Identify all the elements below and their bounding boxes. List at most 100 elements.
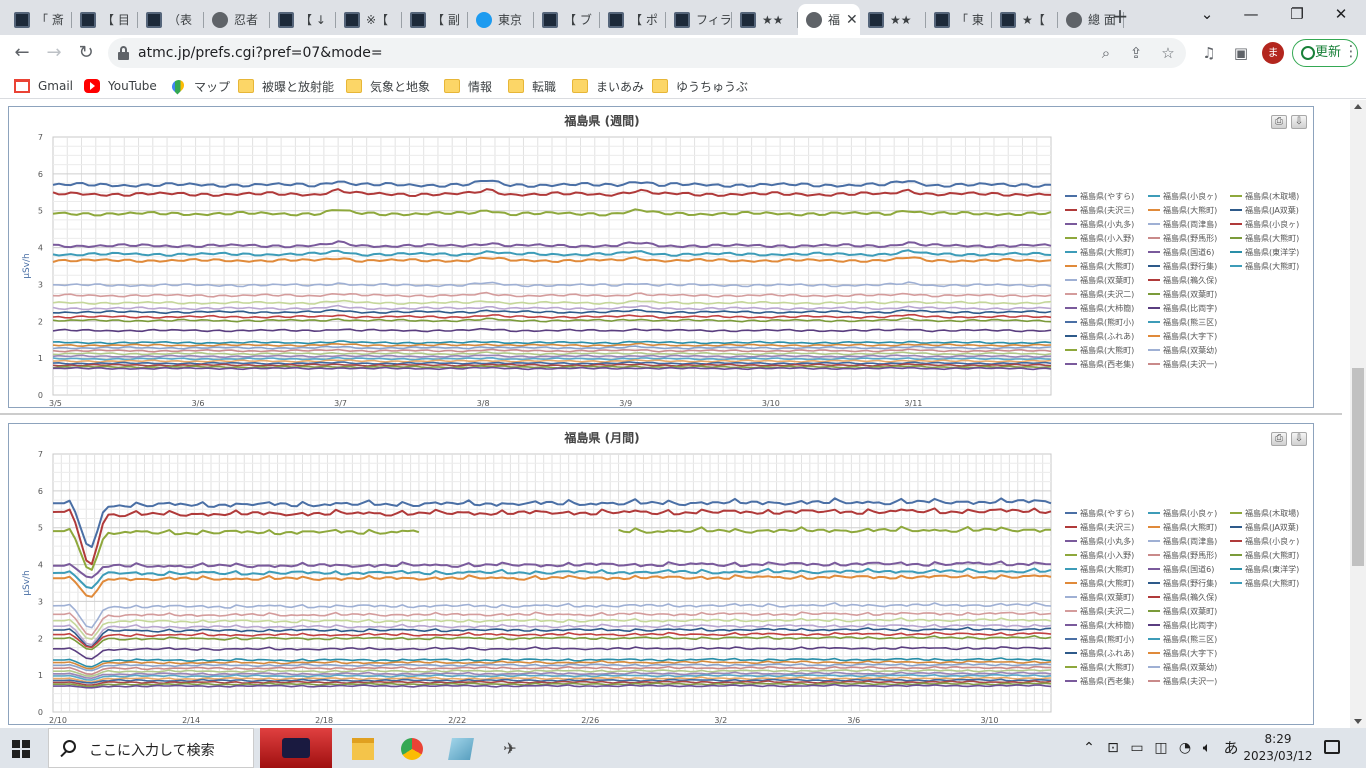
browser-tab[interactable]: ※【 — [336, 4, 402, 35]
battery-icon[interactable]: ▭ — [1128, 739, 1146, 757]
close-tab-icon[interactable]: ✕ — [846, 12, 858, 28]
browser-tab[interactable]: 「 東 — [926, 4, 992, 35]
legend-item: 福島県(夫沢二) — [1080, 606, 1134, 616]
bookmark-item[interactable]: 気象と地象 — [346, 77, 430, 95]
browser-tab[interactable]: 【 ブ — [534, 4, 600, 35]
y-tick-label: 7 — [38, 133, 43, 142]
notification-icon[interactable] — [1324, 740, 1340, 754]
download-icon[interactable]: ⇩ — [1291, 432, 1307, 446]
legend-item: 福島県(大熊町) — [1080, 578, 1134, 588]
share-icon[interactable]: ⇪ — [1126, 44, 1146, 64]
profile-avatar[interactable]: ま — [1262, 42, 1284, 64]
clock-date[interactable]: 2023/03/12 — [1238, 749, 1318, 763]
new-tab-button[interactable]: + — [1108, 5, 1132, 29]
search-placeholder[interactable]: ここに入力して検索 — [89, 740, 215, 760]
notes-app[interactable] — [443, 734, 477, 764]
dark-site-icon — [1000, 11, 1016, 28]
x-tick-label: 3/5 — [49, 399, 62, 408]
bookmark-item[interactable]: 被曝と放射能 — [238, 77, 334, 95]
browser-tab[interactable]: フィラ — [666, 4, 732, 35]
page-scrollbar[interactable] — [1350, 100, 1366, 728]
browser-tab[interactable]: 【 ポ — [600, 4, 666, 35]
airplane-app[interactable]: ✈ — [492, 734, 526, 764]
back-button[interactable]: ← — [8, 39, 36, 67]
dark-site-icon — [608, 11, 624, 28]
tab-label: 東京 — [498, 13, 523, 27]
restore-button[interactable]: ❐ — [1282, 4, 1312, 26]
file-explorer-app[interactable] — [345, 734, 379, 764]
browser-tab[interactable]: ★★ — [860, 4, 926, 35]
windows-start-icon[interactable] — [12, 740, 30, 758]
print-icon[interactable]: ⎙ — [1271, 115, 1287, 129]
y-tick-label: 7 — [38, 450, 43, 459]
lock-icon[interactable] — [118, 46, 129, 60]
browser-tab[interactable]: 東京 — [468, 4, 534, 35]
tray-chevron-up-icon[interactable]: ⌃ — [1080, 739, 1098, 757]
browser-tab[interactable]: 忍者 — [204, 4, 270, 35]
dark-site-icon — [674, 11, 690, 28]
browser-tab[interactable]: 「 斎 — [6, 4, 72, 35]
print-icon[interactable]: ⎙ — [1271, 432, 1287, 446]
x-tick-label: 3/2 — [714, 716, 727, 725]
menu-kebab-icon[interactable]: ⋮ — [1340, 41, 1362, 63]
scroll-down-icon[interactable] — [1354, 719, 1362, 724]
url-text[interactable]: atmc.jp/prefs.cgi?pref=07&mode= — [138, 45, 383, 61]
legend-item: 福島県(大字下) — [1163, 331, 1217, 341]
y-tick-label: 5 — [38, 524, 43, 533]
chrome-app[interactable] — [394, 734, 428, 764]
address-bar[interactable]: atmc.jp/prefs.cgi?pref=07&mode= ⌕ ⇪ ☆ — [108, 38, 1186, 68]
browser-tab[interactable]: ★【 — [992, 4, 1058, 35]
browser-tab[interactable]: 福 ✕ — [798, 4, 860, 35]
x-tick-label: 3/11 — [904, 399, 922, 408]
wifi-icon[interactable]: ◔ — [1176, 739, 1194, 757]
network-icon[interactable]: ◫ — [1152, 739, 1170, 757]
bookmark-item[interactable]: 転職 — [508, 77, 556, 95]
side-panel-icon[interactable]: ▣ — [1230, 43, 1252, 65]
chrome-icon — [401, 738, 423, 760]
tab-label: 【 目 — [102, 13, 130, 27]
forward-button[interactable]: → — [40, 39, 68, 67]
scroll-up-icon[interactable] — [1354, 104, 1362, 109]
bookmark-item[interactable]: YouTube — [84, 77, 157, 95]
legend-item: 福島県(熊町小) — [1080, 317, 1134, 327]
volume-icon[interactable]: 🔈︎ — [1198, 739, 1216, 757]
browser-tab[interactable]: （表 — [138, 4, 204, 35]
clock-time[interactable]: 8:29 — [1238, 732, 1318, 746]
close-window-button[interactable]: ✕ — [1326, 4, 1356, 26]
tab-label: 【 ↓ — [300, 13, 326, 27]
browser-tab[interactable]: 【 副 — [402, 4, 468, 35]
media-control-icon[interactable]: ♫ — [1198, 43, 1220, 65]
update-icon — [1301, 46, 1315, 60]
scroll-thumb[interactable] — [1352, 368, 1364, 566]
legend-item: 福島県(ふれあ) — [1080, 648, 1134, 658]
folder-icon — [238, 79, 254, 93]
browser-tab[interactable]: ★★ — [732, 4, 798, 35]
download-icon[interactable]: ⇩ — [1291, 115, 1307, 129]
piano-icon — [282, 738, 310, 758]
bookmark-item[interactable]: マップ — [169, 77, 230, 95]
tab-search-chevron-icon[interactable]: ⌄ — [1192, 4, 1222, 26]
legend-item: 福島県(比両字) — [1163, 620, 1217, 630]
legend-item: 福島県(小良ヶ) — [1163, 508, 1217, 518]
dark-site-icon — [146, 11, 162, 28]
reload-button[interactable]: ↻ — [72, 39, 100, 67]
bookmark-star-icon[interactable]: ☆ — [1158, 44, 1178, 64]
tab-label: フィラ — [696, 13, 732, 27]
x-tick-label: 3/7 — [334, 399, 347, 408]
monthly-chart: 福島県 (月間) μSv/h 0 1 2 3 4 5 6 7 2/10 2/14 2/18 2/22 2/2… — [22, 430, 1299, 725]
piano-widget-app[interactable] — [260, 728, 332, 768]
x-tick-label: 3/8 — [477, 399, 490, 408]
minimize-button[interactable]: — — [1236, 4, 1266, 26]
bookmark-item[interactable]: Gmail — [14, 77, 73, 95]
bookmark-item[interactable]: ゆうちゅうぶ — [652, 77, 748, 95]
taskbar-search-box[interactable]: ここに入力して検索 — [48, 728, 254, 768]
zoom-icon[interactable]: ⌕ — [1096, 44, 1116, 64]
browser-tab[interactable]: 【 目 — [72, 4, 138, 35]
browser-tab[interactable]: 【 ↓ — [270, 4, 336, 35]
bookmark-item[interactable]: 情報 — [444, 77, 492, 95]
meet-now-icon[interactable]: ⊡ — [1104, 739, 1122, 757]
tab-label: ★★ — [890, 12, 912, 27]
bookmark-item[interactable]: まいあみ — [572, 77, 644, 95]
legend-item: 福島県(大熊町) — [1245, 578, 1299, 588]
chart-title: 福島県 (月間) — [563, 430, 639, 445]
